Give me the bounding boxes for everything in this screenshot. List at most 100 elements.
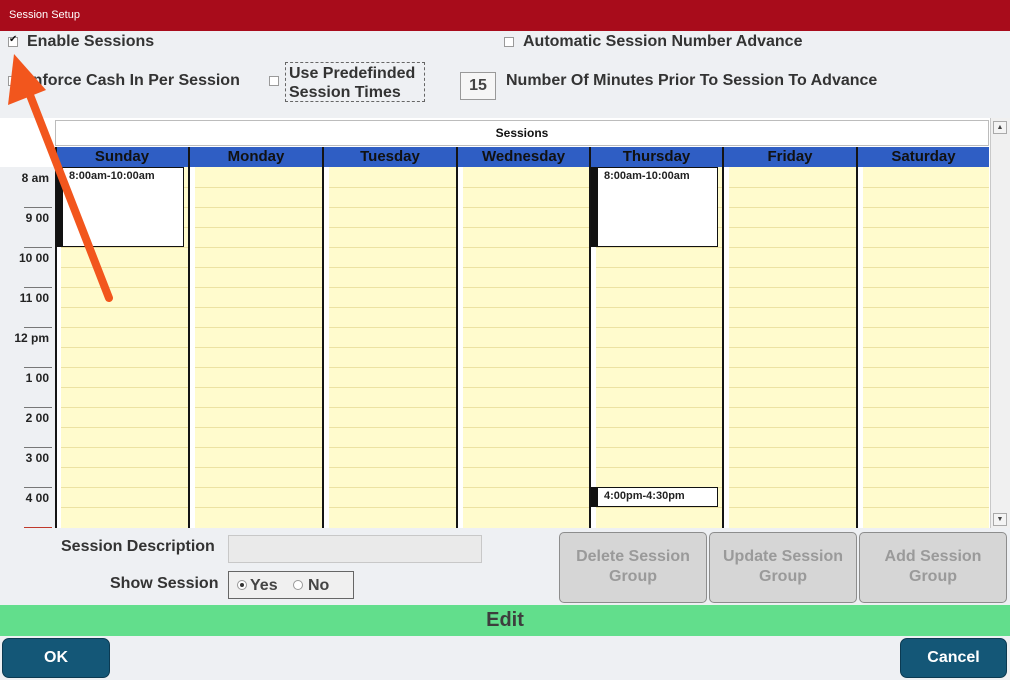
grid-line bbox=[596, 327, 722, 328]
predefined-times-label-box[interactable]: Use Predefinded Session Times bbox=[285, 62, 425, 102]
grid-line bbox=[863, 467, 989, 468]
add-session-group-button[interactable]: Add Session Group bbox=[859, 532, 1007, 603]
enable-sessions-checkbox[interactable] bbox=[8, 34, 18, 47]
time-label: 11 00 bbox=[2, 287, 52, 328]
grid-line bbox=[596, 247, 722, 248]
scroll-up-icon[interactable]: ▲ bbox=[993, 121, 1007, 134]
grid-line bbox=[463, 307, 589, 308]
grid-line bbox=[329, 187, 456, 188]
day-header-tuesday: Tuesday bbox=[324, 147, 456, 167]
session-event[interactable]: 8:00am-10:00am bbox=[56, 167, 184, 247]
predefined-times-label-line1: Use Predefinded bbox=[289, 65, 416, 82]
grid-line bbox=[863, 407, 989, 408]
grid-line bbox=[61, 327, 188, 328]
grid-line bbox=[463, 407, 589, 408]
day-header-saturday: Saturday bbox=[858, 147, 989, 167]
grid-line bbox=[329, 267, 456, 268]
session-description-label: Session Description bbox=[61, 538, 215, 555]
show-session-no-radio[interactable] bbox=[293, 580, 303, 590]
grid-line bbox=[61, 387, 188, 388]
sessions-header: Sessions bbox=[55, 120, 989, 146]
grid-line bbox=[329, 327, 456, 328]
day-column-tuesday[interactable] bbox=[329, 167, 456, 528]
session-event[interactable]: 4:00pm-4:30pm bbox=[591, 487, 718, 507]
time-label: 1 00 bbox=[2, 367, 52, 408]
grid-line bbox=[863, 347, 989, 348]
auto-advance-checkbox[interactable] bbox=[504, 37, 514, 47]
grid-line bbox=[329, 287, 456, 288]
grid-line bbox=[463, 447, 589, 448]
ok-button[interactable]: OK bbox=[2, 638, 110, 678]
session-calendar: Sessions 8 am 9 00 10 00 11 00 12 pm 1 0… bbox=[0, 118, 1010, 528]
day-column-friday[interactable] bbox=[729, 167, 856, 528]
day-separator bbox=[188, 147, 190, 528]
update-button-line2: Group bbox=[759, 568, 807, 585]
grid-line bbox=[195, 447, 322, 448]
grid-line bbox=[61, 367, 188, 368]
grid-line bbox=[195, 207, 322, 208]
grid-line bbox=[195, 227, 322, 228]
grid-line bbox=[463, 387, 589, 388]
time-label-text: 1 00 bbox=[25, 371, 49, 385]
grid-line bbox=[596, 267, 722, 268]
grid-line bbox=[463, 487, 589, 488]
window-title: Session Setup bbox=[9, 9, 80, 21]
session-event[interactable]: 8:00am-10:00am bbox=[591, 167, 718, 247]
grid-line bbox=[195, 387, 322, 388]
grid-line bbox=[463, 287, 589, 288]
grid-line bbox=[463, 347, 589, 348]
grid-line bbox=[863, 187, 989, 188]
grid-line bbox=[729, 287, 856, 288]
grid-line bbox=[863, 267, 989, 268]
grid-line bbox=[729, 507, 856, 508]
day-header-wednesday: Wednesday bbox=[458, 147, 589, 167]
show-session-yes-radio[interactable] bbox=[237, 580, 247, 590]
time-label: 10 00 bbox=[2, 247, 52, 288]
day-separator bbox=[322, 147, 324, 528]
grid-line bbox=[329, 347, 456, 348]
grid-line bbox=[463, 227, 589, 228]
mode-indicator: Edit bbox=[0, 605, 1010, 636]
day-column-monday[interactable] bbox=[195, 167, 322, 528]
grid-line bbox=[61, 507, 188, 508]
time-column: 8 am 9 00 10 00 11 00 12 pm 1 00 2 00 3 … bbox=[0, 167, 55, 528]
grid-line bbox=[596, 427, 722, 428]
update-button-line1: Update Session bbox=[722, 548, 844, 565]
grid-line bbox=[863, 207, 989, 208]
grid-line bbox=[863, 367, 989, 368]
minutes-prior-input[interactable]: 15 bbox=[460, 72, 496, 100]
enforce-cash-checkbox[interactable] bbox=[8, 76, 18, 86]
calendar-scrollbar[interactable]: ▲ ▼ bbox=[990, 118, 1010, 528]
time-label-text: 3 00 bbox=[25, 451, 49, 465]
grid-line bbox=[195, 467, 322, 468]
add-button-line1: Add Session bbox=[884, 548, 982, 565]
grid-line bbox=[729, 407, 856, 408]
grid-line bbox=[863, 487, 989, 488]
time-label: 2 00 bbox=[2, 407, 52, 448]
grid-line bbox=[863, 447, 989, 448]
session-description-input[interactable] bbox=[228, 535, 482, 563]
grid-line bbox=[329, 387, 456, 388]
grid-line bbox=[329, 247, 456, 248]
time-label-text: 9 00 bbox=[25, 211, 49, 225]
grid-line bbox=[329, 507, 456, 508]
grid-line bbox=[195, 367, 322, 368]
grid-line bbox=[195, 287, 322, 288]
day-column-saturday[interactable] bbox=[863, 167, 989, 528]
scroll-down-icon[interactable]: ▼ bbox=[993, 513, 1007, 526]
grid-line bbox=[863, 507, 989, 508]
day-header-monday: Monday bbox=[190, 147, 322, 167]
grid-line bbox=[463, 247, 589, 248]
time-label: 3 00 bbox=[2, 447, 52, 488]
grid-line bbox=[61, 447, 188, 448]
grid-line bbox=[463, 267, 589, 268]
grid-line bbox=[596, 507, 722, 508]
predefined-times-checkbox[interactable] bbox=[269, 76, 279, 86]
cancel-button[interactable]: Cancel bbox=[900, 638, 1007, 678]
minutes-prior-label: Number Of Minutes Prior To Session To Ad… bbox=[506, 72, 878, 89]
day-column-wednesday[interactable] bbox=[463, 167, 589, 528]
delete-session-group-button[interactable]: Delete Session Group bbox=[559, 532, 707, 603]
grid-line bbox=[729, 487, 856, 488]
grid-line bbox=[729, 207, 856, 208]
update-session-group-button[interactable]: Update Session Group bbox=[709, 532, 857, 603]
